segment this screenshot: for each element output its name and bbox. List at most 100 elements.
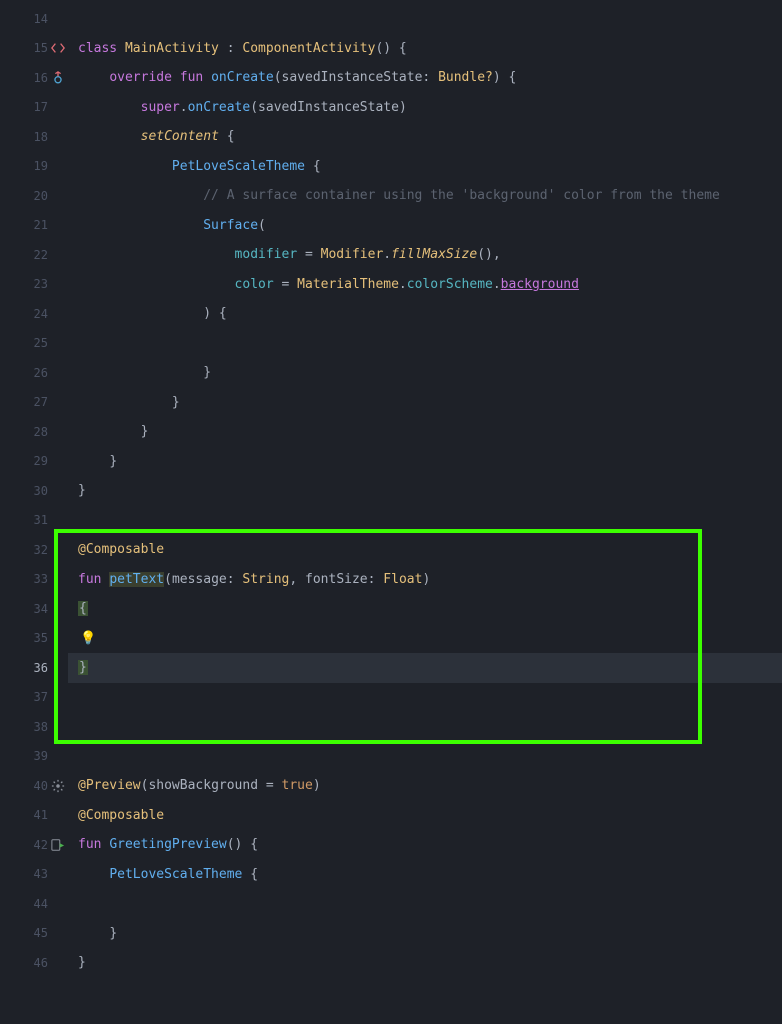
code-area[interactable]: class MainActivity : ComponentActivity()… (68, 0, 782, 1024)
token: fontSize (305, 572, 368, 587)
code-line[interactable]: Surface( (68, 211, 782, 241)
token: onCreate (211, 70, 274, 85)
code-line[interactable] (68, 712, 782, 742)
token: { (250, 867, 258, 882)
token: , (289, 572, 305, 587)
token: ) (78, 306, 219, 321)
code-line[interactable]: @Composable (68, 801, 782, 831)
token: : (368, 572, 384, 587)
token: fun (180, 70, 211, 85)
code-line[interactable]: fun petText(message: String, fontSize: F… (68, 565, 782, 595)
gutter-row[interactable]: 30 (0, 476, 68, 506)
gutter-row[interactable]: 20 (0, 181, 68, 211)
code-line[interactable]: class MainActivity : ComponentActivity()… (68, 34, 782, 64)
code-line[interactable] (68, 742, 782, 772)
code-line[interactable] (68, 506, 782, 536)
gutter-row[interactable]: 17 (0, 93, 68, 123)
line-number: 45 (22, 926, 50, 940)
code-line[interactable]: } (68, 653, 782, 683)
run-icon[interactable] (50, 837, 66, 853)
token: } (109, 454, 117, 469)
code-line[interactable]: modifier = Modifier.fillMaxSize(), (68, 240, 782, 270)
gutter-row[interactable]: 32 (0, 535, 68, 565)
code-line[interactable] (68, 329, 782, 359)
code-line[interactable]: } (68, 919, 782, 949)
gutter-row[interactable]: 45 (0, 919, 68, 949)
gutter-row[interactable]: 42 (0, 830, 68, 860)
token: () { (375, 41, 406, 56)
code-line[interactable]: 💡 (68, 624, 782, 654)
code-editor[interactable]: 14 15 161718 19 2021222324252627282930 31 3233… (0, 0, 782, 1024)
gutter-row[interactable]: 31 (0, 506, 68, 536)
code-line[interactable] (68, 4, 782, 34)
token: . (180, 100, 188, 115)
code-line[interactable] (68, 683, 782, 713)
line-number: 19 (22, 159, 50, 173)
gutter-row[interactable]: 44 (0, 889, 68, 919)
gutter-row[interactable]: 34 (0, 594, 68, 624)
lightbulb-icon[interactable]: 💡 (80, 631, 96, 646)
gutter-row[interactable]: 46 (0, 948, 68, 978)
token (78, 277, 235, 292)
code-line[interactable]: @Preview(showBackground = true) (68, 771, 782, 801)
gutter-row[interactable]: 24 (0, 299, 68, 329)
token: showBackground (148, 778, 258, 793)
token: true (282, 778, 313, 793)
override-up-icon[interactable] (50, 70, 66, 86)
code-line[interactable]: fun GreetingPreview() { (68, 830, 782, 860)
token: } (78, 483, 86, 498)
code-tag-icon[interactable] (50, 40, 66, 56)
gutter-row[interactable]: 41 (0, 801, 68, 831)
code-line[interactable]: @Composable (68, 535, 782, 565)
gutter-row[interactable]: 33 (0, 565, 68, 595)
gutter-row[interactable]: 28 (0, 417, 68, 447)
line-number: 38 (22, 720, 50, 734)
token: fun (78, 572, 109, 587)
code-line[interactable]: } (68, 476, 782, 506)
line-number: 15 (22, 41, 50, 55)
code-line[interactable]: PetLoveScaleTheme { (68, 860, 782, 890)
token: } (78, 955, 86, 970)
code-line[interactable]: setContent { (68, 122, 782, 152)
code-line[interactable]: } (68, 948, 782, 978)
gutter-row[interactable]: 22 (0, 240, 68, 270)
token: Modifier (321, 247, 384, 262)
gutter-row[interactable]: 18 (0, 122, 68, 152)
token (78, 365, 203, 380)
gutter-row[interactable]: 35 (0, 624, 68, 654)
code-line[interactable] (68, 889, 782, 919)
code-line[interactable]: } (68, 358, 782, 388)
code-line[interactable]: { (68, 594, 782, 624)
token: = (274, 277, 297, 292)
gutter-row[interactable]: 14 (0, 4, 68, 34)
code-line[interactable]: } (68, 447, 782, 477)
token: . (493, 277, 501, 292)
gutter-row[interactable]: 26 (0, 358, 68, 388)
gutter-row[interactable]: 21 (0, 211, 68, 241)
gutter-row[interactable]: 19 (0, 152, 68, 182)
code-line[interactable]: } (68, 388, 782, 418)
gutter-row[interactable]: 38 (0, 712, 68, 742)
gutter-row[interactable]: 25 (0, 329, 68, 359)
gutter-row[interactable]: 40 (0, 771, 68, 801)
code-line[interactable]: color = MaterialTheme.colorScheme.backgr… (68, 270, 782, 300)
code-line[interactable]: PetLoveScaleTheme { (68, 152, 782, 182)
gutter-row[interactable]: 16 (0, 63, 68, 93)
gear-icon[interactable] (50, 778, 66, 794)
gutter-row[interactable]: 23 (0, 270, 68, 300)
code-line[interactable]: override fun onCreate(savedInstanceState… (68, 63, 782, 93)
gutter-row[interactable]: 27 (0, 388, 68, 418)
token (78, 70, 109, 85)
gutter-row[interactable]: 37 (0, 683, 68, 713)
gutter-row[interactable]: 15 (0, 34, 68, 64)
line-number: 31 (22, 513, 50, 527)
code-line[interactable]: } (68, 417, 782, 447)
code-line[interactable]: super.onCreate(savedInstanceState) (68, 93, 782, 123)
token: ( (274, 70, 282, 85)
gutter-row[interactable]: 36 (0, 653, 68, 683)
gutter-row[interactable]: 43 (0, 860, 68, 890)
gutter-row[interactable]: 29 (0, 447, 68, 477)
code-line[interactable]: ) { (68, 299, 782, 329)
gutter-row[interactable]: 39 (0, 742, 68, 772)
code-line[interactable]: // A surface container using the 'backgr… (68, 181, 782, 211)
